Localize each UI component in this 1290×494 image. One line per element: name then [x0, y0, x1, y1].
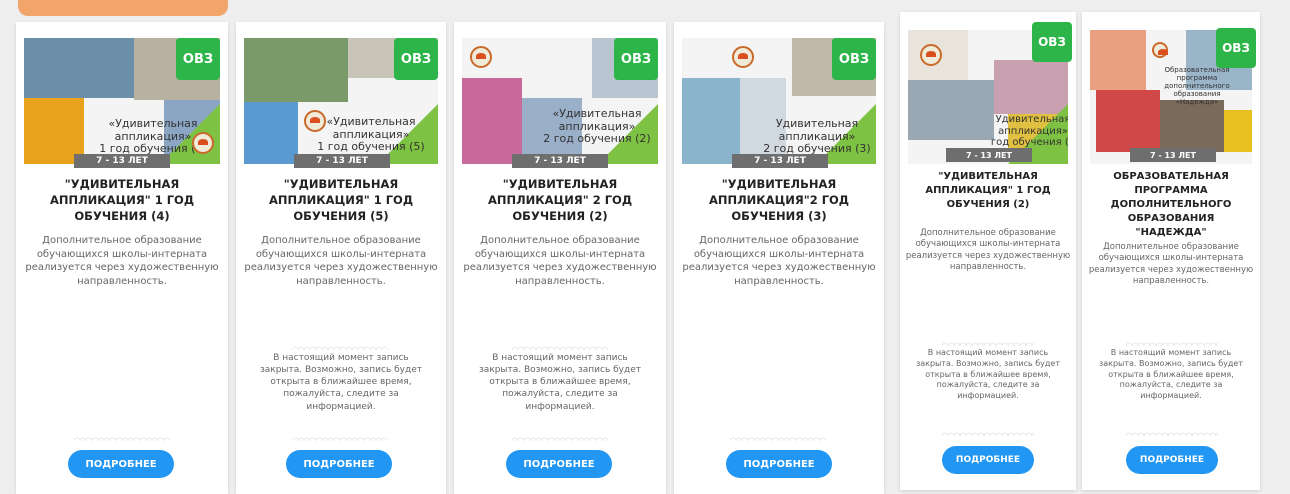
divider — [1126, 430, 1218, 436]
course-description: Дополнительное образование обучающихся ш… — [244, 235, 438, 287]
school-logo-icon — [1152, 42, 1168, 58]
age-label: 7 - 13 ЛЕТ — [74, 154, 170, 168]
ovz-badge: ОВЗ — [394, 38, 438, 80]
details-button[interactable]: ПОДРОБНЕЕ — [506, 450, 612, 478]
course-description: Дополнительное образование обучающихся ш… — [1088, 242, 1254, 287]
age-label: 7 - 13 ЛЕТ — [512, 154, 608, 168]
course-description: Дополнительное образование обучающихся ш… — [463, 235, 657, 287]
image-caption-line: «Удивительная — [326, 115, 416, 128]
age-label: 7 - 13 ЛЕТ — [732, 154, 828, 168]
image-caption-line: Удивительная — [995, 114, 1068, 125]
course-title[interactable]: "УДИВИТЕЛЬНАЯ АППЛИКАЦИЯ" 2 ГОД ОБУЧЕНИЯ… — [468, 176, 652, 224]
course-card: Удивительная аппликация» 2 год обучения … — [674, 22, 884, 494]
age-label: 7 - 13 ЛЕТ — [1130, 148, 1216, 162]
course-title[interactable]: "УДИВИТЕЛЬНАЯ АППЛИКАЦИЯ" 1 ГОД ОБУЧЕНИЯ… — [250, 176, 432, 224]
image-caption-line: Удивительная — [775, 117, 859, 130]
divider — [1126, 340, 1218, 346]
image-caption-line: Образовательная программа — [1164, 66, 1230, 83]
course-title[interactable]: ОБРАЗОВАТЕЛЬНАЯ ПРОГРАММА ДОПОЛНИТЕЛЬНОГ… — [1092, 170, 1250, 240]
divider — [512, 344, 608, 350]
divider — [292, 435, 388, 441]
age-label: 7 - 13 ЛЕТ — [294, 154, 390, 168]
ovz-badge: ОВЗ — [832, 38, 876, 80]
details-button[interactable]: ПОДРОБНЕЕ — [726, 450, 832, 478]
top-accent-strip — [18, 0, 228, 16]
course-description: Дополнительное образование обучающихся ш… — [682, 235, 876, 287]
details-button[interactable]: ПОДРОБНЕЕ — [286, 450, 392, 478]
school-logo-icon — [192, 132, 214, 154]
details-button[interactable]: ПОДРОБНЕЕ — [942, 446, 1034, 474]
enrollment-notice: В настоящий момент запись закрыта. Возмо… — [259, 353, 423, 412]
image-caption-line: дополнительного образования — [1164, 82, 1230, 99]
course-description: Дополнительное образование обучающихся ш… — [25, 235, 219, 287]
image-caption-line: аппликация» — [998, 125, 1068, 137]
course-title[interactable]: "УДИВИТЕЛЬНАЯ АППЛИКАЦИЯ" 1 ГОД ОБУЧЕНИЯ… — [30, 176, 214, 224]
divider — [730, 435, 826, 441]
school-logo-icon — [304, 110, 326, 132]
age-label: 7 - 13 ЛЕТ — [946, 148, 1032, 162]
image-caption-line: 2 год обучения (2) — [543, 132, 651, 146]
course-title[interactable]: "УДИВИТЕЛЬНАЯ АППЛИКАЦИЯ"2 ГОД ОБУЧЕНИЯ … — [688, 176, 870, 224]
image-caption-line: «Удивительная — [108, 117, 198, 130]
school-logo-icon — [732, 46, 754, 68]
course-card: Образовательная программа дополнительног… — [1082, 12, 1260, 490]
course-description: Дополнительное образование обучающихся ш… — [905, 228, 1071, 273]
school-logo-icon — [470, 46, 492, 68]
course-title[interactable]: "УДИВИТЕЛЬНАЯ АППЛИКАЦИЯ" 1 ГОД ОБУЧЕНИЯ… — [912, 170, 1064, 212]
school-logo-icon — [920, 44, 942, 66]
divider — [942, 430, 1034, 436]
course-card: «Удивительная аппликация» 1 год обучения… — [236, 22, 446, 494]
enrollment-notice: В настоящий момент запись закрыта. Возмо… — [915, 348, 1061, 401]
divider — [292, 344, 388, 350]
details-button[interactable]: ПОДРОБНЕЕ — [1126, 446, 1218, 474]
enrollment-notice: В настоящий момент запись закрыта. Возмо… — [478, 353, 642, 412]
ovz-badge: ОВЗ — [614, 38, 658, 80]
divider — [942, 340, 1034, 346]
image-caption-line: «Надежда» — [1175, 98, 1219, 107]
image-caption-line: год обучения (2 — [990, 137, 1068, 148]
divider — [512, 435, 608, 441]
ovz-badge: ОВЗ — [1216, 28, 1256, 68]
course-card: «Удивительная аппликация» 2 год обучения… — [454, 22, 666, 494]
course-card: Удивительная аппликация» год обучения (2… — [900, 12, 1076, 490]
image-caption-line: 1 год обучения (5) — [317, 140, 425, 154]
enrollment-notice: В настоящий момент запись закрыта. Возмо… — [1098, 348, 1244, 401]
image-caption-line: «Удивительная — [552, 107, 642, 120]
ovz-badge: ОВЗ — [176, 38, 220, 80]
divider — [74, 435, 170, 441]
ovz-badge: ОВЗ — [1032, 22, 1072, 62]
details-button[interactable]: ПОДРОБНЕЕ — [68, 450, 174, 478]
course-card: «Удивительная аппликация» 1 год обучения… — [16, 22, 228, 494]
